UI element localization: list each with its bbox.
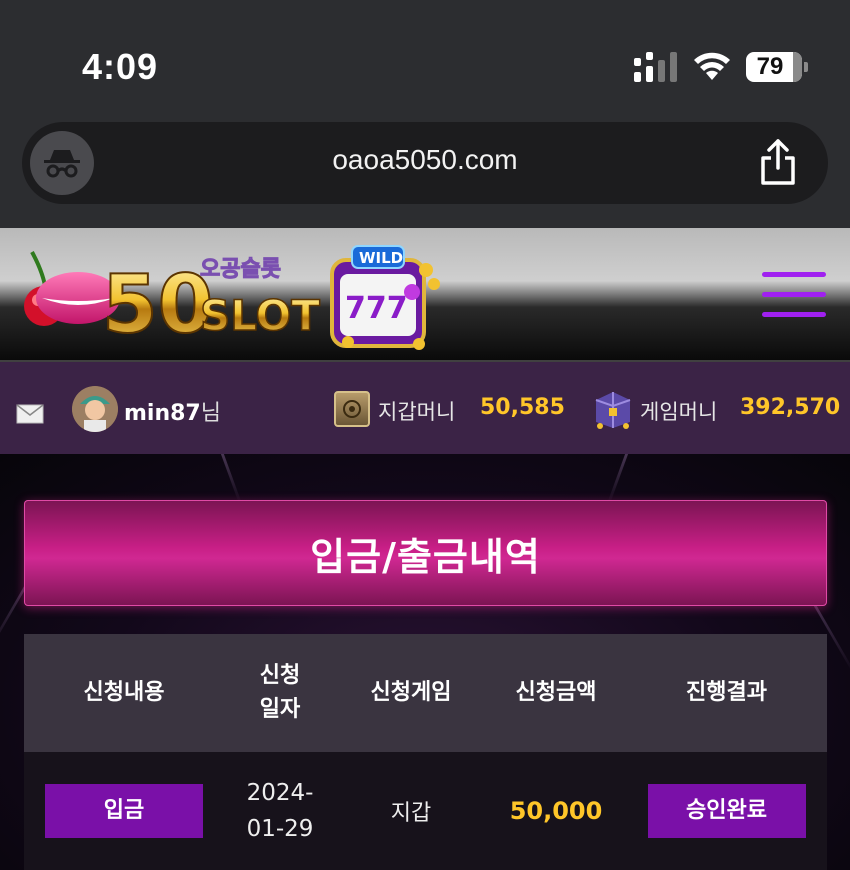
table-row: 입금 2024- 01-29 지갑 50,000 승인완료 — [24, 752, 827, 870]
request-type-badge: 입금 — [45, 784, 203, 838]
site-logo[interactable]: 50 오공슬롯 SLOT 777 WILD — [14, 234, 444, 358]
request-amount: 50,000 — [509, 797, 603, 825]
username: min87님 — [124, 395, 221, 427]
column-header-result: 진행결과 — [686, 680, 767, 705]
safe-icon — [334, 391, 370, 427]
battery-level: 79 — [756, 53, 784, 80]
wallet-money-value: 50,585 — [480, 395, 565, 420]
result-status-badge: 승인완료 — [647, 784, 806, 838]
request-game: 지갑 — [390, 801, 432, 826]
table-header: 신청내용 신청 일자 신청게임 신청금액 진행결과 — [24, 634, 827, 752]
site-header: 50 오공슬롯 SLOT 777 WILD — [0, 228, 850, 362]
status-bar: 4:09 79 — [0, 0, 850, 118]
address-bar[interactable]: oaoa5050.com — [22, 122, 828, 204]
battery-icon: 79 — [746, 52, 808, 82]
logo-korean: 오공슬롯 — [200, 257, 281, 282]
game-money-label: 게임머니 — [640, 400, 718, 424]
column-header-type: 신청내용 — [83, 680, 165, 705]
request-date-line2: 01-29 — [246, 816, 314, 842]
menu-button[interactable] — [762, 272, 826, 318]
browser-toolbar: oaoa5050.com — [0, 110, 850, 228]
wallet-money-label: 지갑머니 — [378, 400, 456, 424]
reel-digits: 777 — [345, 291, 408, 326]
column-header-game: 신청게임 — [370, 680, 452, 705]
wifi-icon — [694, 52, 730, 80]
main-content: 입금/출금내역 신청내용 신청 일자 신청게임 신청금액 진행결과 입금 202… — [0, 454, 850, 870]
avatar[interactable] — [72, 386, 118, 432]
cellular-signal-icon — [634, 52, 680, 82]
request-date: 2024- 01-29 — [224, 775, 336, 847]
page-title: 입금/출금내역 — [310, 534, 541, 579]
username-honorific: 님 — [200, 401, 221, 426]
page-title-banner: 입금/출금내역 — [24, 500, 827, 606]
request-date-line1: 2024- — [246, 780, 314, 806]
share-icon[interactable] — [758, 138, 798, 186]
username-text: min87 — [124, 401, 201, 426]
clock: 4:09 — [82, 46, 159, 87]
column-header-amount: 신청금액 — [515, 680, 597, 705]
treasure-chest-icon — [595, 392, 631, 429]
game-money-value: 392,570 — [740, 395, 841, 420]
logo-number: 50 — [102, 258, 213, 351]
column-header-date: 신청 일자 — [259, 663, 301, 722]
logo-slot-text: SLOT — [200, 291, 320, 340]
mail-icon[interactable] — [16, 404, 44, 424]
user-info-bar: min87님 지갑머니 50,585 게임머니 392,570 — [0, 362, 850, 454]
url-text[interactable]: oaoa5050.com — [22, 144, 828, 176]
reel-badge: WILD — [359, 249, 403, 267]
